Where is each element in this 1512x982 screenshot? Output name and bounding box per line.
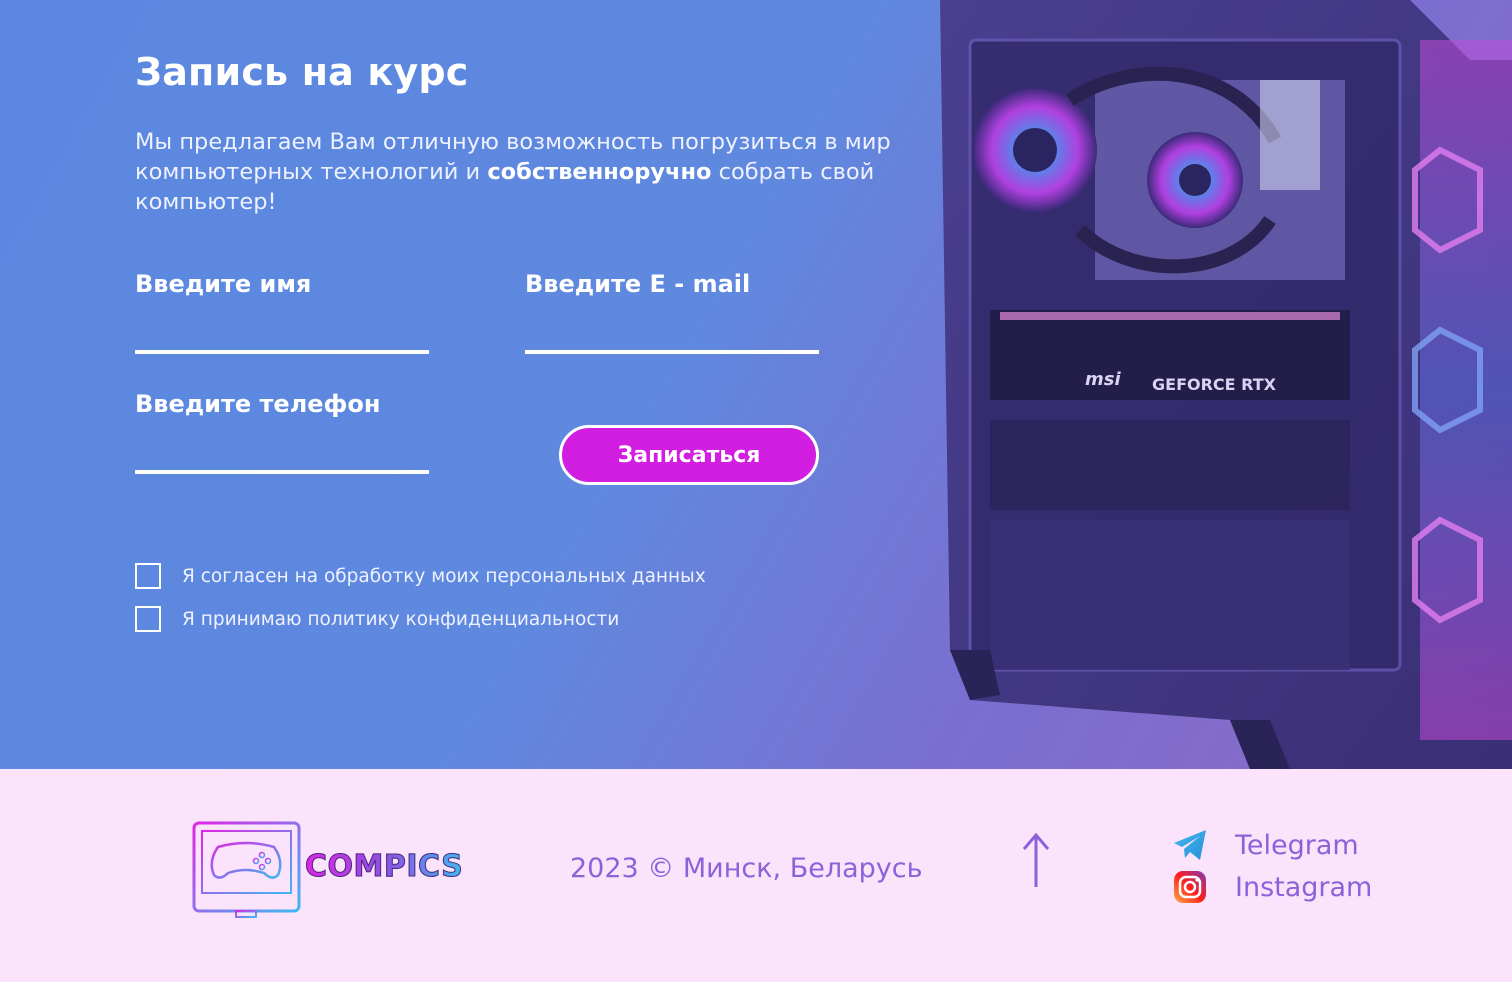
signup-section: msi GEFORCE RTX Запись на курс Мы предла… [0, 0, 1512, 769]
pc-case-image: msi GEFORCE RTX [940, 0, 1512, 769]
submit-button[interactable]: Записаться [559, 425, 819, 485]
telegram-label: Telegram [1235, 829, 1359, 861]
telegram-icon [1174, 830, 1206, 860]
consent-policy-checkbox[interactable] [135, 606, 161, 632]
phone-input[interactable] [135, 438, 429, 474]
consent-data-label: Я согласен на обработку моих персональны… [182, 565, 706, 587]
name-input[interactable] [135, 318, 429, 354]
intro-text-bold: собственноручно [487, 159, 712, 185]
page-title: Запись на курс [135, 50, 469, 94]
phone-label: Введите телефон [135, 390, 381, 418]
phone-field: Введите телефон [135, 390, 429, 474]
consent-data-checkbox[interactable] [135, 563, 161, 589]
copyright-text: 2023 © Минск, Беларусь [570, 853, 923, 884]
email-label: Введите E - mail [525, 270, 751, 298]
instagram-label: Instagram [1235, 871, 1373, 903]
gpu-brand-text: msi [1085, 369, 1121, 390]
intro-text: Мы предлагаем Вам отличную возможность п… [135, 127, 905, 217]
consent-policy-label: Я принимаю политику конфиденциальности [182, 608, 620, 630]
instagram-icon [1174, 871, 1206, 903]
logo-text[interactable]: COMPICS [304, 849, 463, 885]
arrow-up-icon[interactable] [1016, 831, 1056, 891]
instagram-link[interactable]: Instagram [1172, 869, 1372, 905]
gpu-model-text: GEFORCE RTX [1152, 375, 1277, 394]
consent-data-row: Я согласен на обработку моих персональны… [135, 563, 706, 589]
consent-policy-row: Я принимаю политику конфиденциальности [135, 606, 619, 632]
email-field: Введите E - mail [525, 270, 819, 354]
email-input[interactable] [525, 318, 819, 354]
name-label: Введите имя [135, 270, 312, 298]
footer: COMPICS 2023 © Минск, Беларусь Telegram [0, 769, 1512, 982]
telegram-link[interactable]: Telegram [1172, 827, 1359, 863]
name-field: Введите имя [135, 270, 429, 354]
